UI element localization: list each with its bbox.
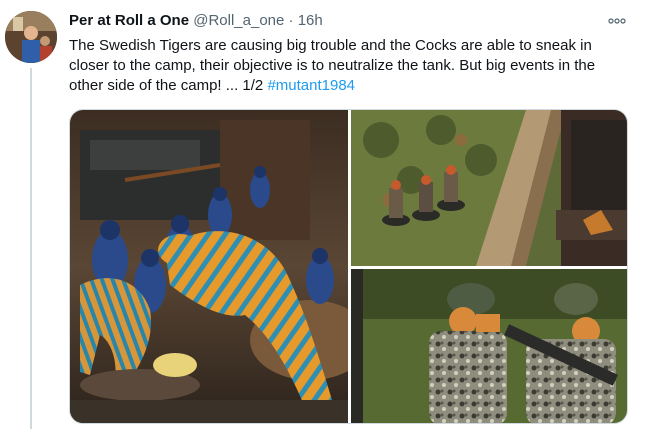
separator: · [288, 12, 294, 29]
tweet[interactable]: Per at Roll a One @Roll_a_one · 16h The … [0, 0, 650, 429]
more-icon[interactable] [604, 8, 630, 34]
photo-battlefield[interactable] [351, 110, 627, 266]
photo-tigers[interactable] [70, 110, 348, 423]
media-grid [69, 109, 628, 424]
timestamp[interactable]: 16h [298, 12, 323, 29]
hashtag-link[interactable]: #mutant1984 [267, 77, 355, 94]
avatar[interactable] [5, 11, 57, 63]
tweet-header: Per at Roll a One @Roll_a_one · 16h [69, 11, 323, 31]
photo-soldiers[interactable] [351, 269, 627, 423]
thread-line [30, 68, 32, 429]
author-handle[interactable]: @Roll_a_one [193, 12, 284, 29]
tweet-text: The Swedish Tigers are causing big troub… [69, 36, 624, 96]
author-name[interactable]: Per at Roll a One [69, 12, 189, 29]
